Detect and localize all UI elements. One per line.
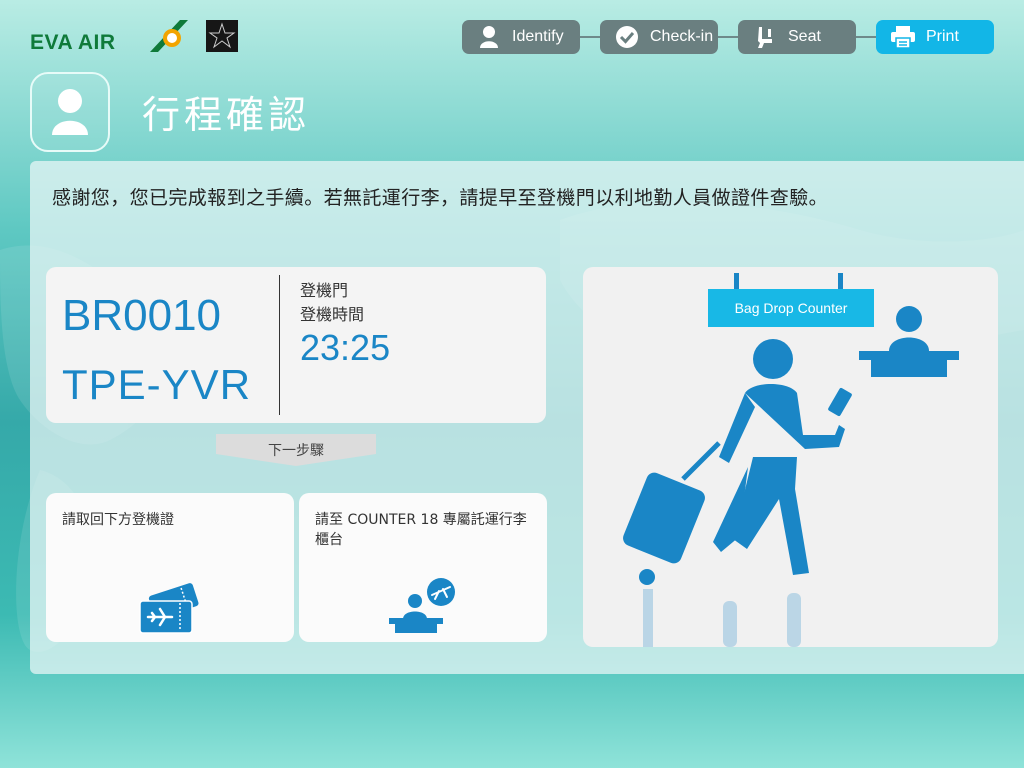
star-alliance-logo — [206, 20, 238, 52]
bag-drop-counter-sign: Bag Drop Counter — [708, 289, 874, 327]
brand-name: EVA AIR — [30, 31, 116, 54]
user-icon — [472, 20, 506, 54]
passenger-avatar-icon — [30, 72, 110, 152]
next-step-label: 下一步驟 — [268, 443, 324, 459]
flight-info-card: BR0010 TPE-YVR 登機門 登機時間 23:25 — [46, 267, 546, 423]
boarding-pass-icon — [139, 583, 199, 634]
step-seat[interactable]: Seat — [738, 20, 856, 54]
eva-air-logo: EVA AIR — [28, 18, 243, 58]
collect-boarding-pass-card: 請取回下方登機證 — [46, 493, 294, 642]
step-connector — [580, 36, 600, 38]
seat-icon — [748, 20, 782, 54]
step-connector — [718, 36, 738, 38]
printer-icon — [886, 20, 920, 54]
star-icon — [208, 22, 236, 49]
step-label: Seat — [788, 28, 821, 45]
bag-drop-illustration: Bag Drop Counter — [583, 267, 998, 647]
step-label: Print — [926, 28, 959, 45]
step-check-in[interactable]: Check-in — [600, 20, 718, 54]
counter-info-card: 請至 COUNTER 18 專屬託運行李櫃台 — [299, 493, 547, 642]
instruction-message: 感謝您，您已完成報到之手續。若無託運行李，請提早至登機門以利地勤人員做證件查驗。 — [52, 187, 829, 209]
step-label: Identify — [512, 28, 564, 45]
flight-route: TPE-YVR — [62, 361, 252, 408]
boarding-time-label: 登機時間 — [300, 305, 365, 324]
step-print[interactable]: Print — [876, 20, 994, 54]
check-circle-icon — [610, 20, 644, 54]
flight-number: BR0010 — [62, 291, 222, 340]
next-step-button[interactable]: 下一步驟 — [216, 434, 376, 466]
gate-label: 登機門 — [300, 281, 349, 300]
boarding-time-value: 23:25 — [300, 327, 391, 368]
card-text: 請至 COUNTER 18 專屬託運行李櫃台 — [315, 512, 527, 548]
divider — [279, 275, 280, 415]
step-connector — [856, 36, 876, 38]
counter-agent-icon — [389, 578, 455, 633]
eva-emblem-icon — [150, 20, 188, 52]
card-text: 請取回下方登機證 — [62, 512, 174, 528]
step-label: Check-in — [650, 28, 714, 45]
progress-steps: Identify Check-in Seat Print — [462, 20, 996, 54]
step-identify[interactable]: Identify — [462, 20, 580, 54]
page-title: 行程確認 — [142, 93, 311, 137]
